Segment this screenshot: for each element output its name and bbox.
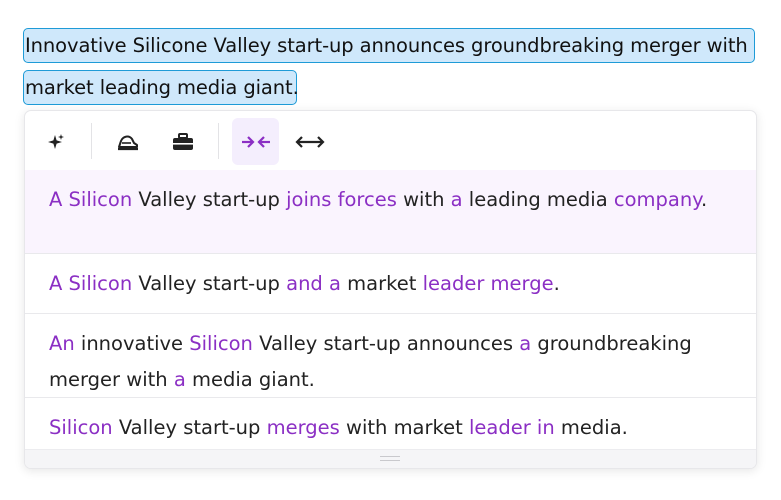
changed-text: leader in: [468, 416, 555, 439]
changed-text: a: [519, 332, 532, 355]
unchanged-text: Valley start-up: [132, 188, 287, 211]
improve-button[interactable]: [32, 118, 79, 165]
unchanged-text: market: [340, 272, 423, 295]
unchanged-text: with market: [339, 416, 469, 439]
shorten-button[interactable]: [232, 118, 279, 165]
changed-text: A Silicon: [49, 188, 133, 211]
toolbar-separator: [218, 123, 219, 159]
changed-text: and a: [286, 272, 341, 295]
unchanged-text: Valley start-up announces: [252, 332, 520, 355]
suggestion-item[interactable]: An innovative Silicon Valley start-up an…: [25, 314, 756, 398]
expand-icon: [294, 134, 325, 150]
unchanged-text: .: [700, 188, 708, 211]
suggestion-item[interactable]: A Silicon Valley start-up joins forces w…: [25, 170, 756, 254]
suggestion-item[interactable]: A Silicon Valley start-up and a market l…: [25, 254, 756, 314]
formal-hat-icon: [116, 132, 140, 152]
selected-text-line-2[interactable]: market leading media giant.: [23, 70, 299, 105]
resize-handle[interactable]: [25, 449, 756, 468]
unchanged-text: innovative: [74, 332, 190, 355]
changed-text: A Silicon: [49, 272, 133, 295]
unchanged-text: .: [553, 272, 560, 295]
unchanged-text: Valley start-up: [132, 272, 287, 295]
changed-text: merges: [266, 416, 340, 439]
formal-tone-button[interactable]: [104, 118, 151, 165]
changed-text: Silicon: [189, 332, 253, 355]
changed-text: Silicon: [49, 416, 113, 439]
expand-button[interactable]: [286, 118, 333, 165]
unchanged-text: Valley start-up: [112, 416, 267, 439]
toolbar-separator: [91, 123, 92, 159]
unchanged-text: media.: [554, 416, 628, 439]
changed-text: a: [450, 188, 463, 211]
unchanged-text: with: [396, 188, 451, 211]
unchanged-text: leading media: [462, 188, 614, 211]
unchanged-text: media giant.: [185, 368, 315, 391]
changed-text: company: [613, 188, 701, 211]
changed-text: An: [49, 332, 75, 355]
rewrite-suggestions-panel: A Silicon Valley start-up joins forces w…: [24, 110, 757, 469]
business-tone-button[interactable]: [159, 118, 206, 165]
sparkle-icon: [46, 132, 66, 152]
grip-icon: [380, 456, 400, 461]
rewrite-toolbar: [25, 111, 756, 171]
changed-text: joins forces: [286, 188, 397, 211]
changed-text: a: [173, 368, 186, 391]
shorten-icon: [241, 134, 271, 150]
changed-text: leader merge: [422, 272, 554, 295]
briefcase-icon: [171, 132, 195, 152]
selected-text-line-1[interactable]: Innovative Silicone Valley start-up anno…: [23, 28, 755, 63]
